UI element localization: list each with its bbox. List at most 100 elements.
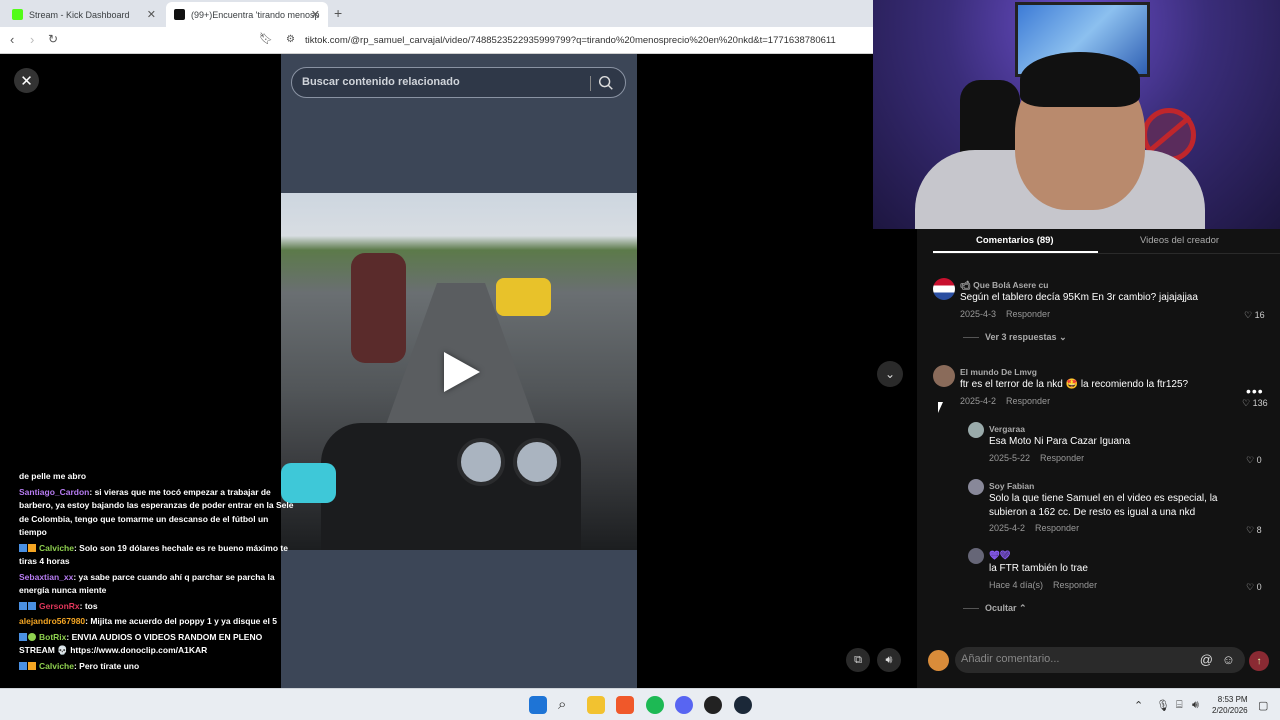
view-replies-button[interactable]: Ver 3 respuestas ⌄ — [963, 332, 1067, 343]
badge-icon — [19, 602, 27, 611]
system-clock[interactable]: 8:53 PM 2/20/2026 — [1212, 694, 1248, 716]
like-count: 0 — [1256, 455, 1262, 465]
chat-text: de pelle me abro — [19, 471, 87, 481]
file-explorer-icon[interactable] — [587, 696, 605, 714]
hide-replies-button[interactable]: Ocultar ⌃ — [963, 603, 1027, 614]
reply-button[interactable]: Responder — [1053, 580, 1097, 590]
avatar[interactable] — [968, 548, 984, 564]
tab-comments[interactable]: Comentarios (89) — [976, 235, 1054, 246]
tab-tiktok[interactable]: (99+)Encuentra 'tirando menosp ✕ — [166, 2, 328, 27]
reply-button[interactable]: Responder — [1006, 396, 1050, 406]
like-count: 8 — [1256, 525, 1262, 535]
video-frame-gauge — [457, 438, 505, 486]
comment-input[interactable]: Añadir comentario... @ ☺ — [955, 647, 1245, 673]
brave-browser-icon[interactable] — [616, 696, 634, 714]
mention-icon[interactable]: @ — [1200, 652, 1213, 667]
like-count: 136 — [1252, 398, 1268, 408]
related-search-input[interactable]: Buscar contenido relacionado — [291, 67, 626, 98]
badge-icon — [19, 662, 27, 671]
comment-username[interactable]: 📹︎ Que Bolá Asere cu — [960, 280, 1048, 291]
emoji-icon[interactable]: ☺ — [1222, 652, 1235, 667]
chat-username[interactable]: Calviche — [39, 661, 74, 671]
chevron-down-icon: ⌄ — [1059, 332, 1067, 342]
comment-username[interactable]: Vergaraa — [989, 424, 1025, 434]
spotify-icon[interactable] — [646, 696, 664, 714]
avatar[interactable] — [968, 479, 984, 495]
reload-icon[interactable]: ↻ — [48, 32, 58, 46]
clock-date: 2/20/2026 — [1212, 706, 1248, 715]
search-placeholder: Buscar contenido relacionado — [302, 76, 460, 88]
avatar[interactable] — [968, 422, 984, 438]
chat-message: Calviche: Solo son 19 dólares hechale es… — [19, 542, 294, 569]
chat-username[interactable]: Santiago_Cardon — [19, 487, 89, 497]
chat-username[interactable]: Calviche — [39, 543, 74, 553]
close-tab-icon[interactable]: ✕ — [311, 8, 320, 21]
like-button[interactable]: ♡ 8 — [1246, 525, 1262, 536]
start-icon[interactable] — [529, 696, 547, 714]
close-tab-icon[interactable]: ✕ — [147, 8, 156, 21]
avatar[interactable] — [933, 278, 955, 300]
tab-creator-videos[interactable]: Videos del creador — [1140, 235, 1219, 246]
like-button[interactable]: ♡ 136 — [1242, 398, 1268, 409]
chat-username[interactable]: BotRix — [39, 632, 66, 642]
chat-username[interactable]: Sebaxtian_xx — [19, 572, 73, 582]
hide-replies-label: Ocultar — [985, 603, 1017, 613]
url-field[interactable]: tiktok.com/@rp_samuel_carvajal/video/748… — [305, 35, 865, 46]
search-icon[interactable] — [597, 74, 615, 92]
comment-username[interactable]: El mundo De Lmvg — [960, 367, 1037, 377]
comment-text: Esa Moto Ni Para Cazar Iguana — [989, 436, 1131, 447]
chat-message: Sebaxtian_xx: ya sabe parce cuando ahí q… — [19, 571, 294, 598]
chat-username[interactable]: GersonRx — [39, 601, 80, 611]
comment-username[interactable]: 🖤︎💜︎ — [989, 550, 1011, 561]
pip-icon: ⧉ — [854, 653, 862, 666]
back-icon[interactable]: ‹ — [10, 32, 14, 47]
like-button[interactable]: ♡ 0 — [1246, 455, 1262, 466]
obs-icon[interactable] — [704, 696, 722, 714]
close-video-button[interactable]: ✕ — [14, 68, 39, 93]
avatar[interactable] — [933, 365, 955, 387]
chat-message: BotRix: ENVIA AUDIOS O VIDEOS RANDOM EN … — [19, 631, 294, 658]
more-options-icon[interactable]: ••• — [1246, 383, 1264, 399]
send-comment-button[interactable]: ↑ — [1249, 651, 1269, 671]
volume-icon: 🔊︎ — [885, 653, 893, 666]
microphone-icon[interactable]: 🎙︎ — [1156, 699, 1170, 712]
notification-icon[interactable]: ▢ — [1258, 699, 1268, 712]
comment-date: Hace 4 día(s) — [989, 580, 1044, 590]
heart-icon: ♡ — [1246, 525, 1255, 535]
discord-icon[interactable] — [675, 696, 693, 714]
chat-text: : tos — [79, 600, 98, 611]
new-tab-icon[interactable]: + — [334, 5, 342, 21]
badge-icon — [28, 662, 36, 671]
next-video-button[interactable]: ⌄ — [877, 361, 903, 387]
video-frame-rider — [351, 253, 406, 363]
badge-icon — [28, 633, 36, 642]
like-button[interactable]: ♡ 16 — [1244, 310, 1265, 321]
bookmark-icon[interactable]: 🔖︎ — [259, 32, 273, 45]
volume-button[interactable]: 🔊︎ — [877, 648, 901, 672]
forward-icon[interactable]: › — [30, 32, 34, 47]
chat-username[interactable]: alejandro567980 — [19, 616, 85, 626]
comment-username[interactable]: Soy Fabian — [989, 481, 1034, 491]
chat-message: GersonRx: tos — [19, 600, 294, 614]
play-icon[interactable] — [444, 352, 480, 392]
tray-overflow-icon[interactable]: ⌃ — [1134, 699, 1143, 712]
comment-meta: 2025-5-22 Responder — [989, 453, 1084, 463]
kick-favicon-icon — [12, 9, 23, 20]
network-icon[interactable]: ⌸ — [1176, 699, 1183, 712]
tab-kick-dashboard[interactable]: Stream - Kick Dashboard ✕ — [4, 2, 164, 27]
site-info-icon[interactable]: ⚙ — [286, 34, 295, 45]
chevron-down-icon: ⌄ — [884, 367, 896, 381]
reply-button[interactable]: Responder — [1006, 309, 1050, 319]
floating-player-button[interactable]: ⧉ — [846, 648, 870, 672]
search-icon[interactable]: ⌕ — [558, 696, 576, 714]
like-button[interactable]: ♡ 0 — [1246, 582, 1262, 593]
steam-icon[interactable] — [734, 696, 752, 714]
comment-date: 2025-4-2 — [960, 396, 997, 406]
like-count: 0 — [1256, 582, 1262, 592]
my-avatar — [928, 650, 949, 671]
arrow-up-icon: ↑ — [1256, 655, 1262, 667]
comment-date: 2025-4-2 — [989, 523, 1026, 533]
volume-icon[interactable]: 🔊︎ — [1192, 699, 1199, 712]
reply-button[interactable]: Responder — [1035, 523, 1079, 533]
reply-button[interactable]: Responder — [1040, 453, 1084, 463]
